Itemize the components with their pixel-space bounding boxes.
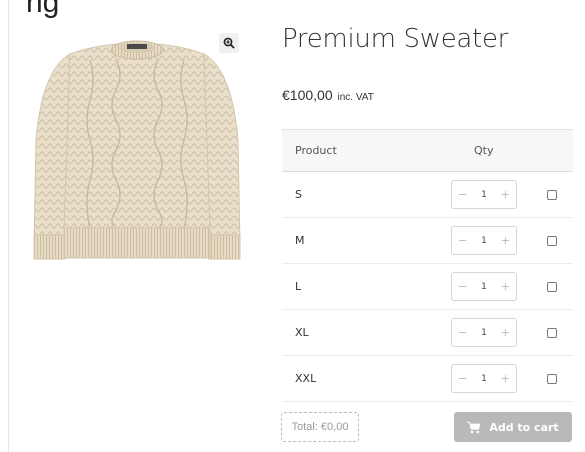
cut-off-heading: ng xyxy=(26,0,60,19)
size-label: L xyxy=(295,280,302,293)
table-row: XL − 1 + xyxy=(282,310,573,356)
product-price: €100,00 inc. VAT xyxy=(282,87,374,103)
add-to-cart-label: Add to cart xyxy=(489,420,559,434)
quantity-value[interactable]: 1 xyxy=(481,374,487,384)
table-row: XXL − 1 + xyxy=(282,356,573,402)
decrease-button[interactable]: − xyxy=(458,280,467,293)
select-checkbox[interactable] xyxy=(547,236,557,246)
decrease-button[interactable]: − xyxy=(458,188,467,201)
quantity-stepper[interactable]: − 1 + xyxy=(451,318,517,347)
increase-button[interactable]: + xyxy=(501,372,510,385)
product-image[interactable] xyxy=(24,30,250,270)
decrease-button[interactable]: − xyxy=(458,234,467,247)
increase-button[interactable]: + xyxy=(501,280,510,293)
header-qty: Qty xyxy=(474,144,494,157)
size-label: XXL xyxy=(295,372,317,385)
quantity-value[interactable]: 1 xyxy=(481,282,487,292)
vat-label: inc. VAT xyxy=(337,92,374,103)
cart-icon xyxy=(467,421,481,433)
table-header: Product Qty xyxy=(282,129,573,172)
increase-button[interactable]: + xyxy=(501,234,510,247)
size-label: M xyxy=(295,234,305,247)
quantity-stepper[interactable]: − 1 + xyxy=(451,180,517,209)
table-row: L − 1 + xyxy=(282,264,573,310)
increase-button[interactable]: + xyxy=(501,188,510,201)
select-checkbox[interactable] xyxy=(547,374,557,384)
table-row: M − 1 + xyxy=(282,218,573,264)
quantity-stepper[interactable]: − 1 + xyxy=(451,272,517,301)
decrease-button[interactable]: − xyxy=(458,372,467,385)
quantity-value[interactable]: 1 xyxy=(481,190,487,200)
select-checkbox[interactable] xyxy=(547,282,557,292)
size-label: XL xyxy=(295,326,309,339)
variation-table: Product Qty S − 1 + M − 1 + L − 1 + XL − xyxy=(282,129,573,402)
product-title: Premium Sweater xyxy=(282,24,509,54)
select-checkbox[interactable] xyxy=(547,190,557,200)
size-label: S xyxy=(295,188,302,201)
header-product: Product xyxy=(295,144,337,157)
add-to-cart-button[interactable]: Add to cart xyxy=(454,412,572,442)
quantity-value[interactable]: 1 xyxy=(481,236,487,246)
quantity-stepper[interactable]: − 1 + xyxy=(451,226,517,255)
quantity-value[interactable]: 1 xyxy=(481,328,487,338)
select-checkbox[interactable] xyxy=(547,328,557,338)
quantity-stepper[interactable]: − 1 + xyxy=(451,364,517,393)
total-display: Total: €0,00 xyxy=(281,412,359,442)
table-row: S − 1 + xyxy=(282,172,573,218)
decrease-button[interactable]: − xyxy=(458,326,467,339)
price-value: €100,00 xyxy=(282,87,333,103)
zoom-button[interactable] xyxy=(219,33,239,53)
zoom-in-icon xyxy=(223,37,235,49)
increase-button[interactable]: + xyxy=(501,326,510,339)
left-divider xyxy=(8,0,9,452)
